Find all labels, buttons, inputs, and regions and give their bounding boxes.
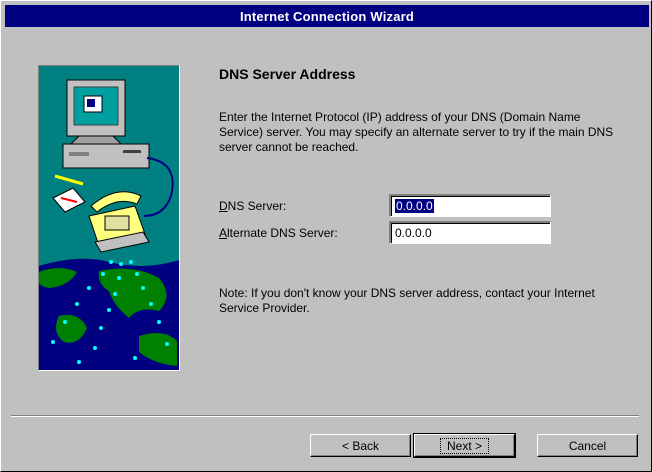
dns-server-input[interactable]: 0.0.0.0 [389, 194, 551, 217]
alternate-dns-server-input[interactable]: 0.0.0.0 [389, 221, 551, 244]
alternate-dns-server-value: 0.0.0.0 [395, 226, 432, 240]
alternate-dns-server-label: Alternate DNS Server: [219, 226, 338, 240]
next-button-label: Next > [439, 437, 489, 454]
alternate-dns-accelerator: A [219, 226, 228, 240]
button-separator [11, 415, 639, 417]
next-button[interactable]: Next > [413, 433, 516, 458]
back-button-label: < Back [341, 438, 380, 453]
alternate-dns-label-text: lternate DNS Server: [227, 226, 338, 240]
wizard-illustration [38, 65, 180, 371]
cancel-button[interactable]: Cancel [537, 434, 638, 457]
intro-text: Enter the Internet Protocol (IP) address… [219, 110, 614, 154]
page-heading: DNS Server Address [219, 66, 356, 82]
dns-server-label-text: NS Server: [227, 199, 287, 213]
cancel-button-label: Cancel [568, 438, 607, 453]
note-text: Note: If you don't know your DNS server … [219, 286, 595, 315]
dns-server-value: 0.0.0.0 [395, 199, 434, 213]
window-title: Internet Connection Wizard [239, 8, 415, 24]
title-bar[interactable]: Internet Connection Wizard [5, 5, 649, 27]
dns-server-label: DNS Server: [219, 199, 286, 213]
back-button[interactable]: < Back [310, 434, 411, 457]
dns-server-accelerator: D [219, 199, 228, 213]
wizard-window: Internet Connection Wizard DNS Server Ad… [0, 0, 652, 472]
